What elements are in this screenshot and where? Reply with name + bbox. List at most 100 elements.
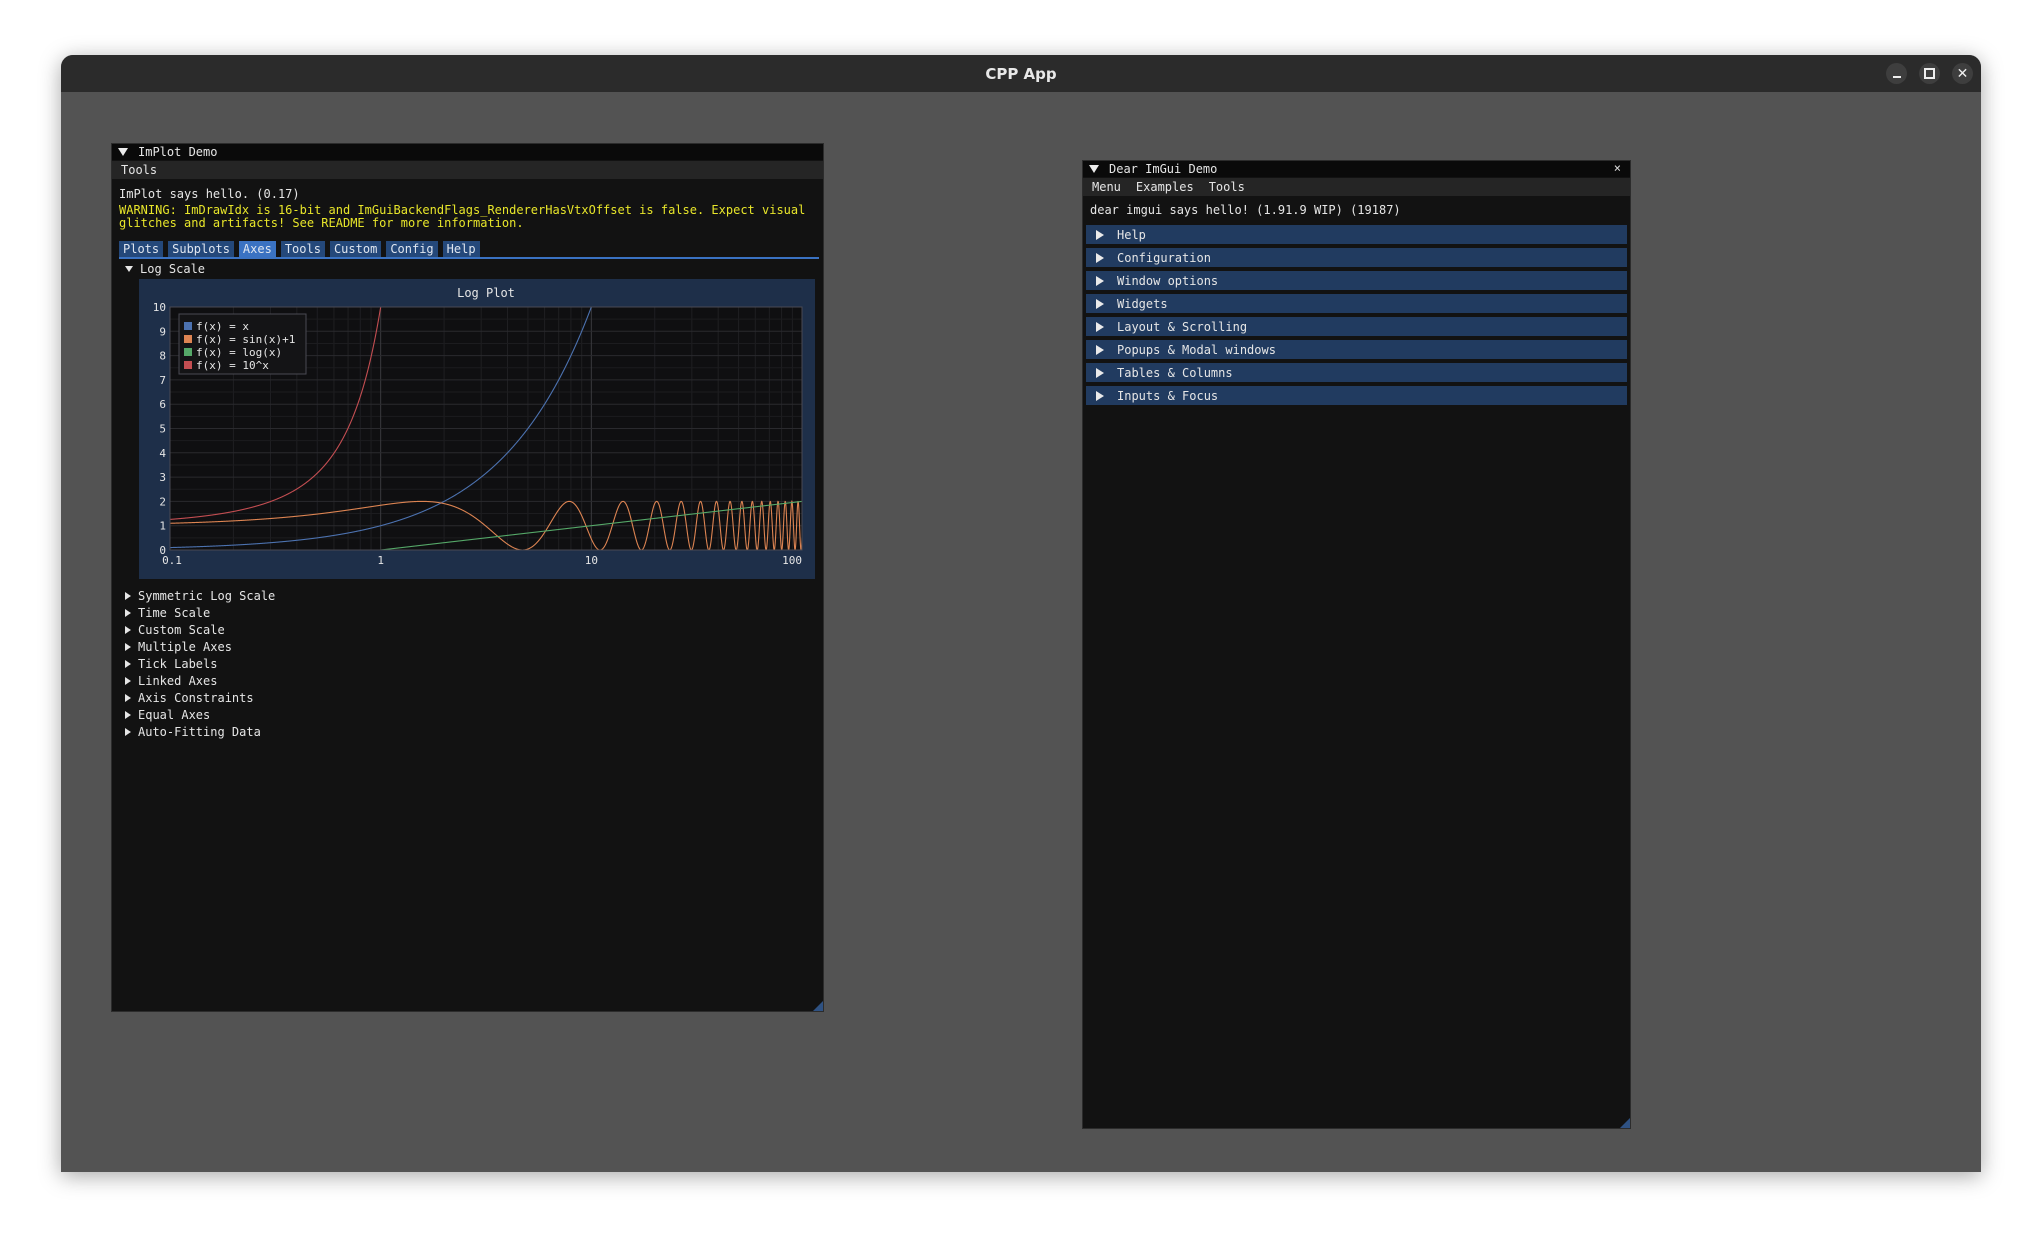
x-tick-label: 10 xyxy=(585,554,598,567)
imgui-hello-text: dear imgui says hello! (1.91.9 WIP) (191… xyxy=(1090,203,1401,217)
y-tick-label: 5 xyxy=(159,423,166,436)
header-label: Configuration xyxy=(1117,250,1211,265)
tab-tools[interactable]: Tools xyxy=(280,241,325,257)
tab-bar: Plots Subplots Axes Tools Custom Config Help xyxy=(119,241,485,257)
header-popups-modal-windows[interactable]: Popups & Modal windows xyxy=(1086,340,1627,359)
collapsed-arrow-icon xyxy=(1096,229,1104,240)
implot-menubar: Tools xyxy=(112,161,823,179)
tab-config[interactable]: Config xyxy=(386,241,438,257)
plot-title: Log Plot xyxy=(457,286,515,300)
collapse-arrow-icon[interactable] xyxy=(1089,165,1099,173)
y-tick-label: 3 xyxy=(159,471,166,484)
menu-tools[interactable]: Tools xyxy=(121,163,157,177)
tree-node-label: Log Scale xyxy=(140,262,206,276)
header-label: Layout & Scrolling xyxy=(1117,319,1248,334)
imgui-demo-window: Dear ImGui Demo × Menu Examples Tools de… xyxy=(1082,160,1631,1129)
legend-entry: f(x) = sin(x)+1 xyxy=(196,333,295,346)
collapsed-arrow-icon xyxy=(125,660,131,668)
x-tick-label: 100 xyxy=(782,554,802,567)
y-tick-label: 1 xyxy=(159,520,166,533)
header-help[interactable]: Help xyxy=(1086,225,1627,244)
collapsed-arrow-icon xyxy=(1096,344,1104,355)
app-window: CPP App ✕ ImPlot Demo Tools ImPlot says … xyxy=(61,55,1981,1172)
header-widgets[interactable]: Widgets xyxy=(1086,294,1627,313)
resize-grip-icon[interactable] xyxy=(1620,1118,1630,1128)
tree-node-label: Symmetric Log Scale xyxy=(138,589,276,603)
menu-examples[interactable]: Examples xyxy=(1136,180,1194,194)
minimize-icon xyxy=(1892,75,1901,78)
tree-node-custom-scale[interactable]: Custom Scale xyxy=(125,623,225,637)
tree-node-linked-axes[interactable]: Linked Axes xyxy=(125,674,217,688)
tree-node-label: Multiple Axes xyxy=(138,640,232,654)
implot-window-titlebar[interactable]: ImPlot Demo xyxy=(112,144,823,160)
window-titlebar[interactable]: CPP App ✕ xyxy=(61,55,1981,92)
imgui-window-titlebar[interactable]: Dear ImGui Demo × xyxy=(1083,161,1630,177)
tree-node-auto-fitting-data[interactable]: Auto-Fitting Data xyxy=(125,725,261,739)
close-icon: ✕ xyxy=(1956,65,1969,82)
resize-grip-icon[interactable] xyxy=(813,1001,823,1011)
y-tick-label: 9 xyxy=(159,325,166,338)
tree-node-equal-axes[interactable]: Equal Axes xyxy=(125,708,210,722)
imgui-menubar: Menu Examples Tools xyxy=(1083,178,1630,196)
collapsed-arrow-icon xyxy=(125,711,131,719)
collapsed-arrow-icon xyxy=(1096,367,1104,378)
header-label: Tables & Columns xyxy=(1117,365,1233,380)
x-tick-label: 1 xyxy=(377,554,384,567)
legend-entry: f(x) = log(x) xyxy=(196,346,282,359)
header-tables-columns[interactable]: Tables & Columns xyxy=(1086,363,1627,382)
header-window-options[interactable]: Window options xyxy=(1086,271,1627,290)
maximize-icon xyxy=(1924,68,1935,79)
collapsed-arrow-icon xyxy=(1096,321,1104,332)
tree-node-tick-labels[interactable]: Tick Labels xyxy=(125,657,217,671)
legend-swatch xyxy=(184,322,192,330)
tab-axes[interactable]: Axes xyxy=(238,241,276,257)
log-plot[interactable]: Log Plot 0.1 1 10 100 0 1 2 3 4 5 6 7 8 9 10 f(x) = x f(x… xyxy=(139,279,815,579)
collapsed-arrow-icon xyxy=(125,694,131,702)
tab-custom[interactable]: Custom xyxy=(329,241,382,257)
legend-swatch xyxy=(184,335,192,343)
tree-node-log-scale[interactable]: Log Scale xyxy=(125,262,205,276)
tree-node-label: Time Scale xyxy=(138,606,211,620)
log-plot-canvas[interactable]: Log Plot0.1 1 10 100012345678910f(x) = xf(x… xyxy=(139,279,815,579)
implot-hello-text: ImPlot says hello. (0.17) xyxy=(119,187,300,201)
tree-node-label: Equal Axes xyxy=(138,708,211,722)
header-label: Window options xyxy=(1117,273,1219,288)
y-tick-label: 8 xyxy=(159,350,166,363)
collapsed-arrow-icon xyxy=(125,609,131,617)
tree-node-multiple-axes[interactable]: Multiple Axes xyxy=(125,640,232,654)
tree-node-label: Custom Scale xyxy=(138,623,225,637)
warning-text-line-2: glitches and artifacts! See README for m… xyxy=(119,216,524,230)
tree-node-label: Linked Axes xyxy=(138,674,218,688)
expanded-arrow-icon xyxy=(125,266,133,272)
legend-swatch xyxy=(184,361,192,369)
y-tick-label: 2 xyxy=(159,495,166,508)
y-tick-label: 0 xyxy=(159,544,166,557)
tab-plots[interactable]: Plots xyxy=(119,241,164,257)
tree-node-time-scale[interactable]: Time Scale xyxy=(125,606,210,620)
menu-tools[interactable]: Tools xyxy=(1209,180,1245,194)
collapse-arrow-icon[interactable] xyxy=(118,148,128,156)
menu-menu[interactable]: Menu xyxy=(1092,180,1121,194)
y-tick-label: 7 xyxy=(159,374,166,387)
tab-subplots[interactable]: Subplots xyxy=(168,241,234,257)
window-close-icon[interactable]: × xyxy=(1614,161,1621,175)
collapsed-arrow-icon xyxy=(1096,298,1104,309)
header-inputs-focus[interactable]: Inputs & Focus xyxy=(1086,386,1627,405)
header-configuration[interactable]: Configuration xyxy=(1086,248,1627,267)
collapsed-arrow-icon xyxy=(125,626,131,634)
close-button[interactable]: ✕ xyxy=(1952,63,1973,84)
tab-help[interactable]: Help xyxy=(442,241,480,257)
collapsed-arrow-icon xyxy=(1096,390,1104,401)
tree-node-axis-constraints[interactable]: Axis Constraints xyxy=(125,691,254,705)
minimize-button[interactable] xyxy=(1886,63,1907,84)
maximize-button[interactable] xyxy=(1919,63,1940,84)
tree-node-label: Auto-Fitting Data xyxy=(138,725,261,739)
header-layout-scrolling[interactable]: Layout & Scrolling xyxy=(1086,317,1627,336)
header-label: Inputs & Focus xyxy=(1117,388,1219,403)
tab-underline xyxy=(119,257,819,259)
collapsed-arrow-icon xyxy=(125,643,131,651)
header-label: Help xyxy=(1117,227,1146,242)
tree-node-symmetric-log-scale[interactable]: Symmetric Log Scale xyxy=(125,589,275,603)
y-tick-label: 10 xyxy=(153,301,166,314)
implot-window-title: ImPlot Demo xyxy=(138,145,218,159)
